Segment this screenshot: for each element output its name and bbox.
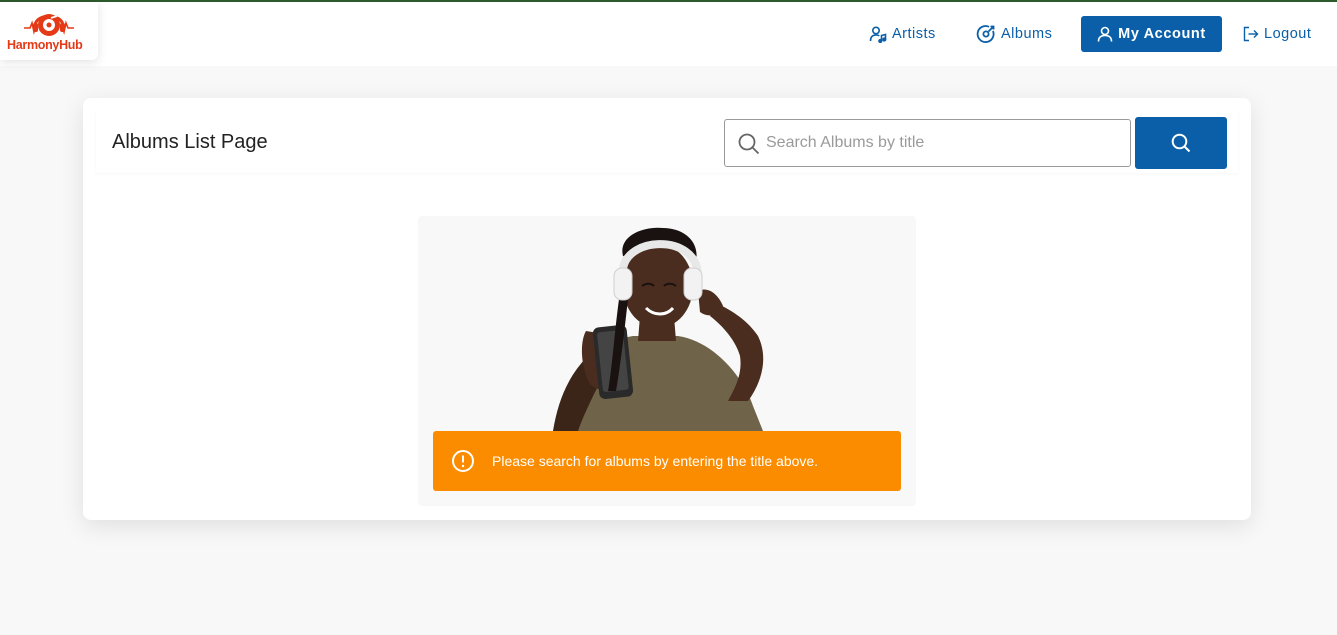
- search-icon: [738, 133, 760, 155]
- harmonyhub-logo[interactable]: HarmonyHub: [0, 2, 98, 60]
- alert-message: Please search for albums by entering the…: [492, 453, 819, 469]
- navbar: HarmonyHub Artists Albums My Account Log…: [0, 2, 1337, 66]
- search-prompt-alert: Please search for albums by entering the…: [433, 431, 901, 491]
- albums-card: Albums List Page Search Albums by title …: [83, 98, 1251, 520]
- nav-artists-link[interactable]: Artists: [869, 16, 936, 52]
- my-account-button[interactable]: My Account: [1081, 16, 1222, 52]
- my-account-label: My Account: [1118, 26, 1206, 42]
- search-button[interactable]: [1135, 117, 1227, 169]
- headphone-disc-logo-icon: [24, 14, 74, 36]
- search-icon: [1171, 133, 1191, 153]
- nav-artists-label: Artists: [892, 26, 936, 42]
- page-title: Albums List Page: [112, 131, 268, 153]
- nav-albums-link[interactable]: Albums: [976, 16, 1052, 52]
- brand-name: HarmonyHub: [7, 38, 83, 52]
- user-music-icon: [869, 26, 887, 43]
- exclamation-circle-icon: [452, 450, 474, 472]
- nav-albums-label: Albums: [1001, 26, 1053, 42]
- logout-icon: [1243, 26, 1259, 42]
- search-input[interactable]: [766, 121, 1121, 165]
- logout-link[interactable]: Logout: [1243, 16, 1311, 52]
- search-field[interactable]: [724, 119, 1131, 167]
- disc-icon: [976, 25, 995, 43]
- logout-label: Logout: [1264, 26, 1312, 42]
- card-header: Albums List Page: [96, 111, 1238, 173]
- user-icon: [1097, 26, 1113, 42]
